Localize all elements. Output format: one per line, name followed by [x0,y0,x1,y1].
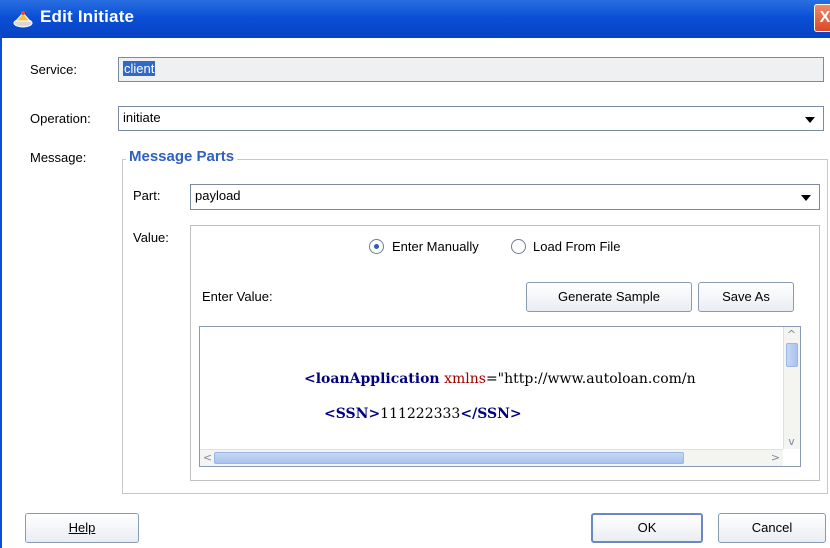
help-button-label: Help [68,520,96,535]
scroll-left-icon[interactable]: < [200,450,215,465]
code-line-1: <loanApplication xmlns="http://www.autol… [304,371,696,387]
dropdown-arrow-icon [801,195,811,201]
part-label: Part: [133,188,161,203]
code-attr-xmlns: xmlns [439,371,486,387]
service-field[interactable]: client [118,57,824,82]
horizontal-scroll-thumb[interactable] [214,452,684,464]
dialog-body: Service: client Operation: initiate Mess… [0,38,830,548]
vertical-scroll-thumb[interactable] [786,343,798,367]
code-tag-loanapplication: <loanApplication [304,371,440,387]
dropdown-arrow-icon [805,117,815,123]
code-tag-ssn-open: <SSN> [324,406,381,422]
window-icon [13,11,33,28]
operation-value: initiate [123,110,161,125]
part-dropdown[interactable]: payload [190,184,820,210]
radio-enter-manually[interactable] [369,239,384,254]
value-editor[interactable]: <loanApplication xmlns="http://www.autol… [199,326,801,467]
service-value: client [123,61,156,76]
code-line-2: <SSN>111222333</SSN> [324,406,522,422]
help-button[interactable]: Help [25,513,139,543]
radio-load-from-file-label: Load From File [533,239,621,254]
value-label: Value: [133,230,169,245]
vertical-scrollbar[interactable]: ^ v [783,327,800,449]
radio-enter-manually-label: Enter Manually [392,239,479,254]
ok-button[interactable]: OK [591,513,703,543]
message-parts-title: Message Parts [126,148,238,165]
code-attr-value: ="http://www.autoloan.com/n [485,371,696,387]
radio-load-from-file[interactable] [511,239,526,254]
scroll-right-icon[interactable]: > [768,450,783,465]
title-bar: Edit Initiate X [0,0,830,38]
part-value: payload [195,188,241,203]
scroll-down-icon[interactable]: v [784,434,799,449]
enter-value-label: Enter Value: [202,289,273,304]
operation-label: Operation: [30,111,91,126]
cancel-button[interactable]: Cancel [718,513,826,543]
scroll-up-icon[interactable]: ^ [784,327,799,342]
code-tag-ssn-close: </SSN> [460,406,522,422]
message-label: Message: [30,150,87,165]
horizontal-scrollbar[interactable]: < > [200,449,783,466]
window-title: Edit Initiate [40,7,135,26]
save-as-button[interactable]: Save As [698,282,794,312]
service-label: Service: [30,62,77,77]
close-icon[interactable]: X [814,4,830,32]
code-ssn-value: 111222333 [380,406,461,422]
operation-dropdown[interactable]: initiate [118,106,824,131]
generate-sample-button[interactable]: Generate Sample [526,282,692,312]
